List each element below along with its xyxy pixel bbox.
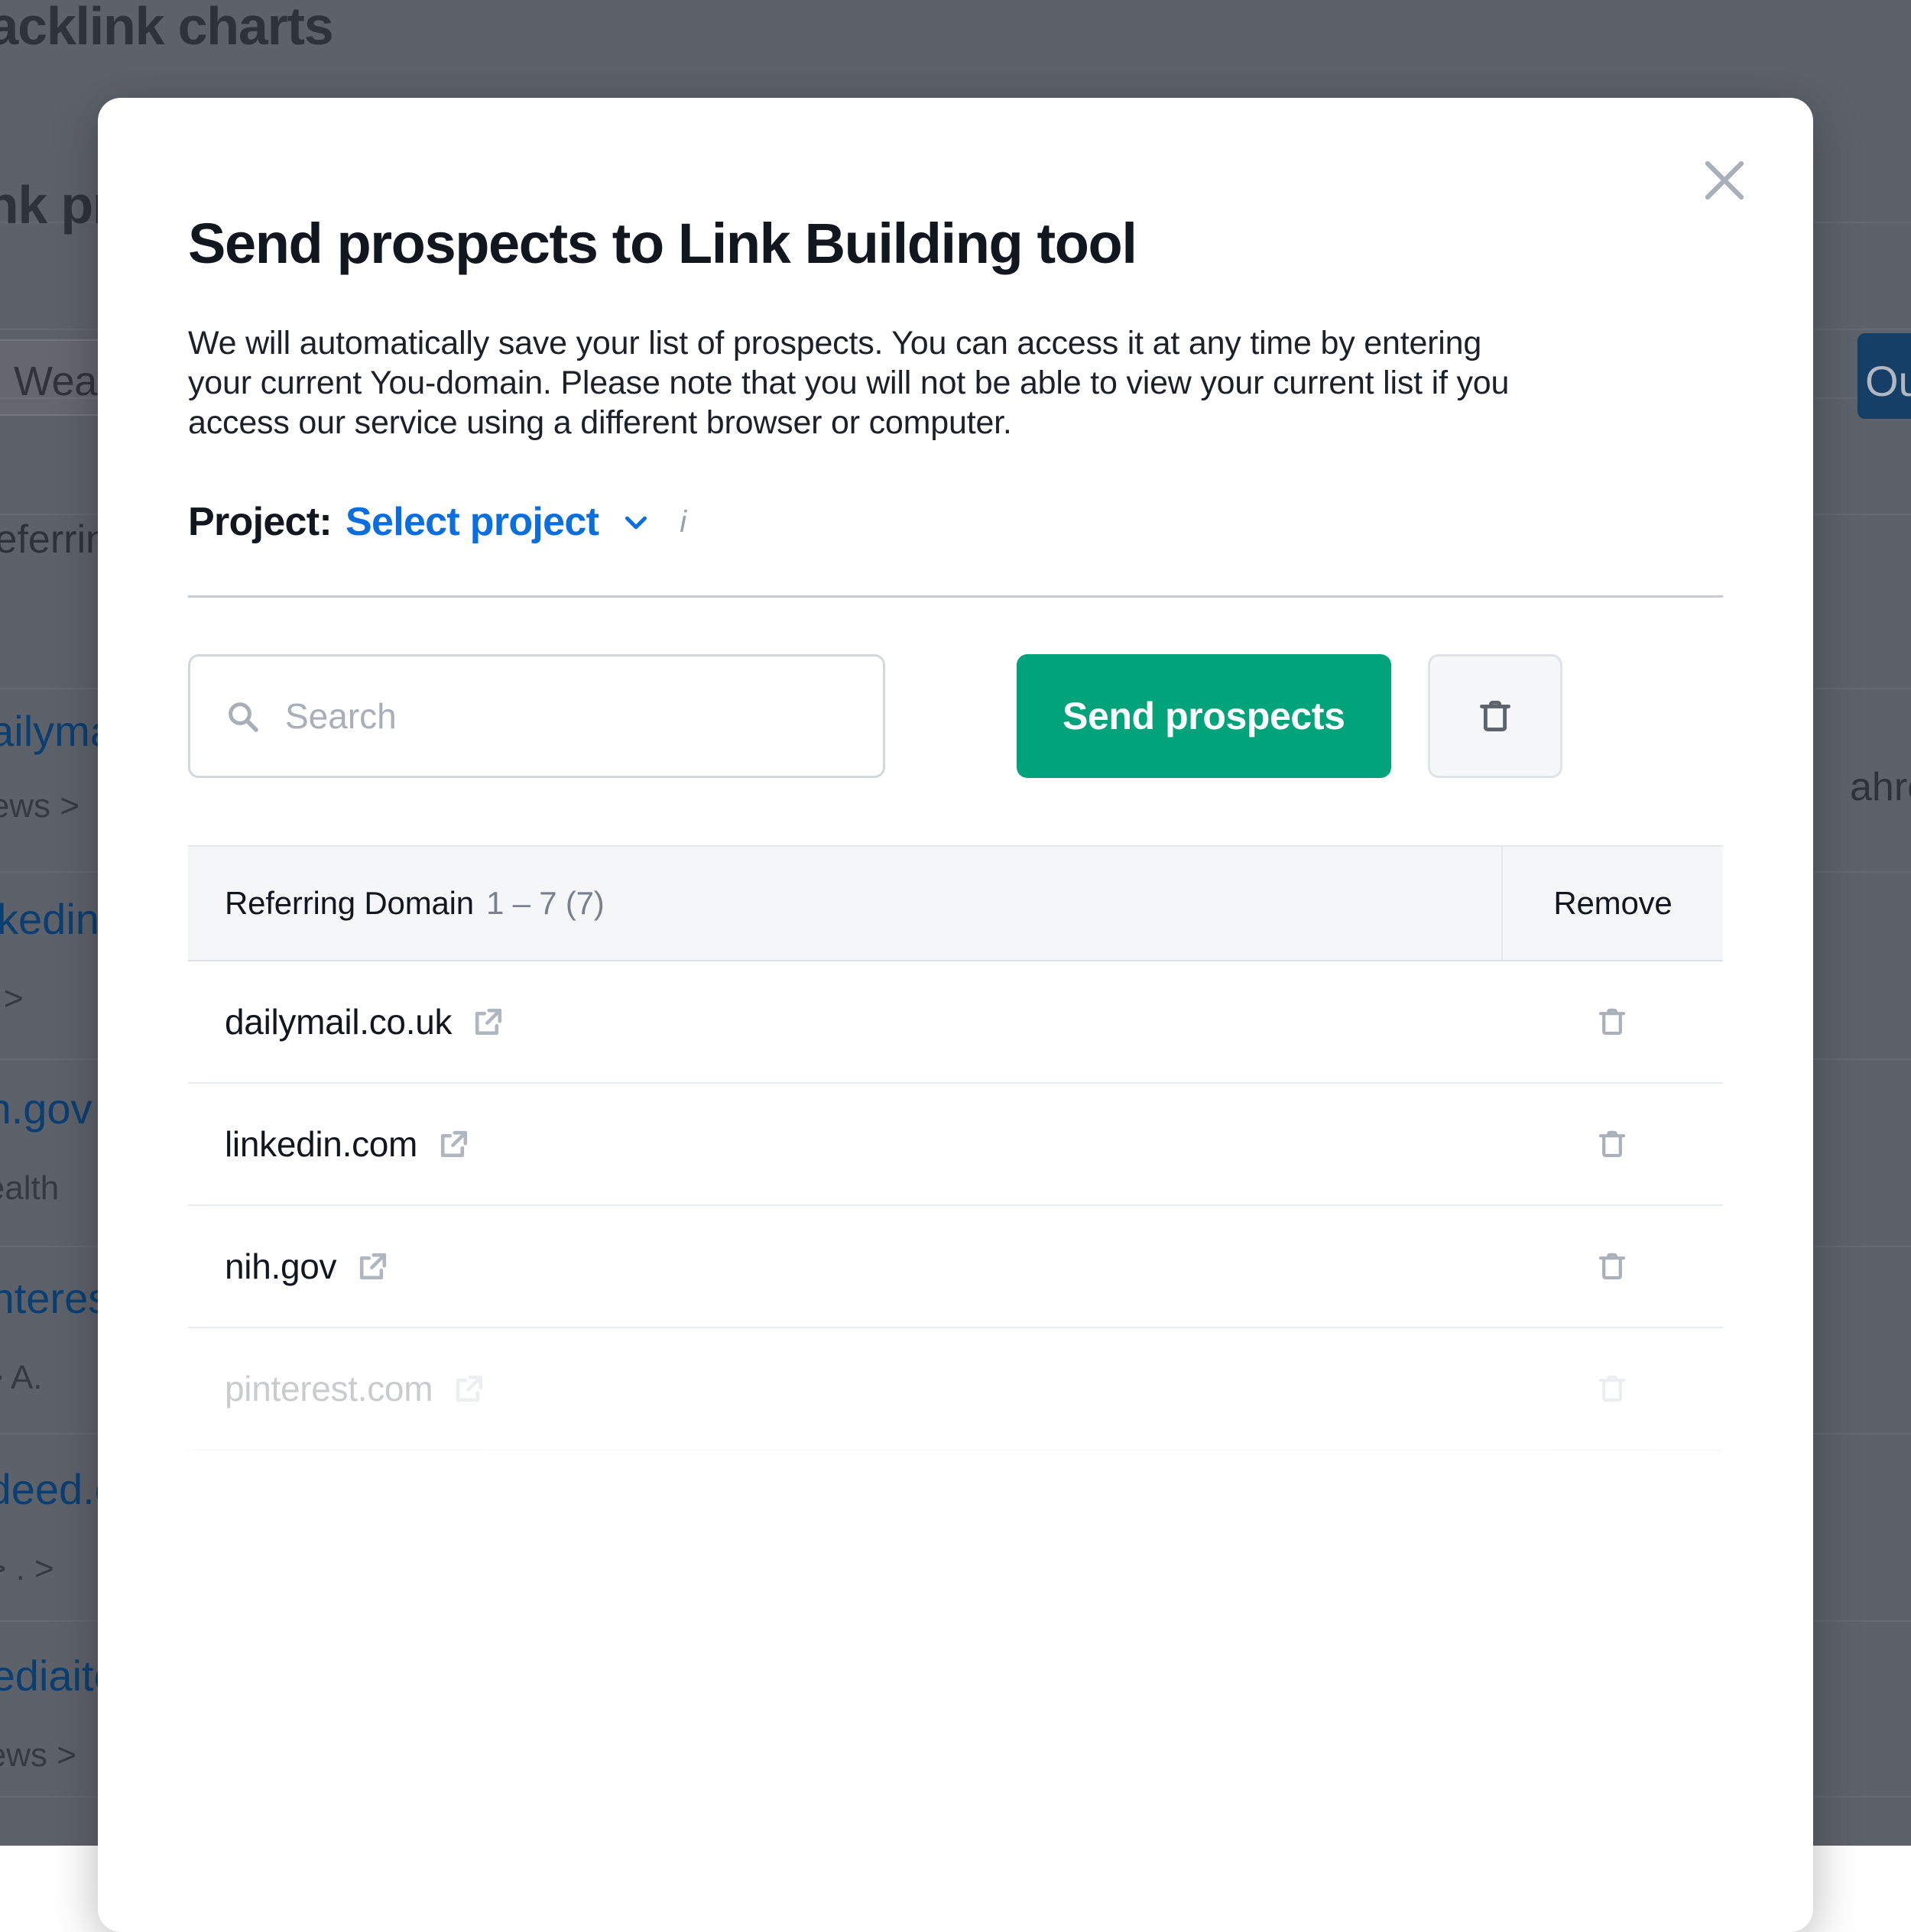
background-source-label: ahrefs.com bbox=[1850, 764, 1911, 810]
search-icon bbox=[224, 698, 261, 734]
table-header-row: Referring Domain 1 – 7 (7) Remove bbox=[188, 845, 1723, 961]
remove-row-button[interactable] bbox=[1501, 1126, 1723, 1162]
background-row-meta: .. > . > bbox=[0, 1550, 54, 1588]
chevron-down-icon[interactable] bbox=[618, 504, 654, 540]
page-title: Send prospects to Link Building tool bbox=[188, 214, 1723, 274]
background-row-meta: News > bbox=[0, 1736, 76, 1775]
trash-icon bbox=[1594, 1126, 1630, 1162]
list-toolbar: Send prospects bbox=[188, 654, 1723, 778]
trash-icon bbox=[1594, 1003, 1630, 1040]
background-outreach-label: Outreach bbox=[1865, 356, 1911, 406]
background-row-meta: Health bbox=[0, 1169, 59, 1208]
background-row-domain[interactable]: nih.gov bbox=[0, 1084, 92, 1133]
background-row-meta: . > A. bbox=[0, 1359, 43, 1397]
trash-icon bbox=[1474, 695, 1517, 737]
table-row[interactable]: pinterest.com bbox=[188, 1328, 1723, 1451]
table-cell-domain: dailymail.co.uk bbox=[188, 1001, 1501, 1042]
remove-row-button[interactable] bbox=[1501, 1248, 1723, 1285]
table-cell-domain: nih.gov bbox=[188, 1246, 1501, 1287]
external-link-icon[interactable] bbox=[451, 1370, 488, 1407]
project-selector-row: Project: Select project i bbox=[188, 499, 1723, 545]
column-header-count: 1 – 7 (7) bbox=[486, 885, 605, 922]
info-icon[interactable]: i bbox=[680, 505, 686, 540]
send-prospects-button[interactable]: Send prospects bbox=[1017, 654, 1391, 778]
external-link-icon[interactable] bbox=[355, 1248, 391, 1285]
remove-row-button[interactable] bbox=[1501, 1370, 1723, 1407]
domain-label: pinterest.com bbox=[225, 1368, 433, 1409]
send-prospects-modal: Send prospects to Link Building tool We … bbox=[98, 98, 1813, 1932]
column-header-label: Referring Domain bbox=[225, 885, 474, 922]
close-button[interactable] bbox=[1689, 145, 1760, 216]
remove-row-button[interactable] bbox=[1501, 1003, 1723, 1040]
column-header-referring-domain: Referring Domain 1 – 7 (7) bbox=[188, 847, 1501, 960]
table-cell-domain: linkedin.com bbox=[188, 1123, 1501, 1165]
background-page-title: Backlink charts bbox=[0, 0, 333, 57]
table-row[interactable]: dailymail.co.uk bbox=[188, 961, 1723, 1084]
external-link-icon[interactable] bbox=[470, 1003, 507, 1040]
modal-description: We will automatically save your list of … bbox=[188, 324, 1533, 442]
project-label: Project: bbox=[188, 499, 332, 545]
domain-label: linkedin.com bbox=[225, 1123, 417, 1165]
table-cell-domain: pinterest.com bbox=[188, 1368, 1501, 1409]
search-field[interactable] bbox=[188, 654, 885, 778]
trash-icon bbox=[1594, 1370, 1630, 1407]
trash-icon bbox=[1594, 1248, 1630, 1285]
column-header-remove: Remove bbox=[1501, 847, 1723, 960]
close-icon bbox=[1699, 155, 1750, 206]
background-row-meta: News > bbox=[0, 787, 79, 825]
clear-all-button[interactable] bbox=[1428, 654, 1562, 778]
prospects-table: Referring Domain 1 – 7 (7) Remove dailym… bbox=[188, 845, 1723, 1451]
domain-label: nih.gov bbox=[225, 1246, 336, 1287]
table-row[interactable]: nih.gov bbox=[188, 1206, 1723, 1328]
background-row-meta: ... > bbox=[0, 980, 24, 1018]
domain-label: dailymail.co.uk bbox=[225, 1001, 452, 1042]
project-select-value[interactable]: Select project bbox=[346, 499, 599, 545]
horizontal-divider bbox=[188, 595, 1723, 598]
table-row[interactable]: linkedin.com bbox=[188, 1084, 1723, 1206]
search-input[interactable] bbox=[285, 695, 820, 737]
external-link-icon[interactable] bbox=[436, 1126, 472, 1162]
